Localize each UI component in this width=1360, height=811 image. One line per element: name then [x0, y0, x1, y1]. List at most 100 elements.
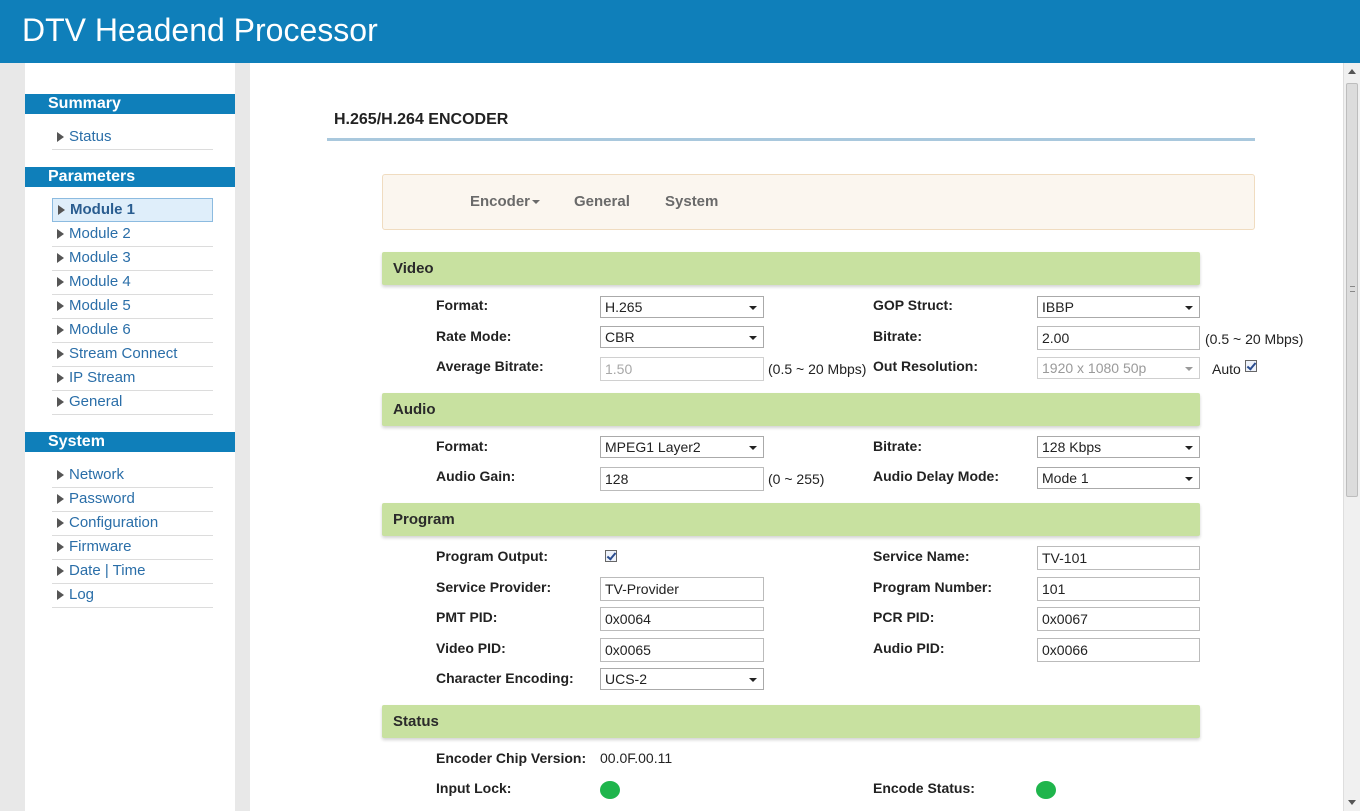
input-lock-label: Input Lock:	[436, 780, 512, 796]
app-header: DTV Headend Processor	[0, 0, 1360, 63]
triangle-right-icon	[57, 277, 64, 287]
service-name-input[interactable]: TV-101	[1037, 546, 1200, 570]
chevron-down-icon	[1185, 306, 1193, 310]
sidebar-item-network[interactable]: Network	[52, 464, 213, 488]
audio-bitrate-label: Bitrate:	[873, 438, 923, 454]
pcr-pid-input[interactable]: 0x0067	[1037, 607, 1200, 631]
video-bitrate-input[interactable]: 2.00	[1037, 326, 1200, 350]
scroll-up-icon[interactable]	[1348, 69, 1356, 74]
triangle-right-icon	[57, 566, 64, 576]
video-bitrate-label: Bitrate:	[873, 328, 923, 344]
chevron-down-icon	[749, 306, 757, 310]
video-format-label: Format:	[436, 297, 489, 313]
sidebar-item-module-4[interactable]: Module 4	[52, 271, 213, 295]
audio-gain-label: Audio Gain:	[436, 468, 516, 484]
select-value: IBBP	[1042, 299, 1074, 315]
sidebar-item-label: Module 6	[69, 321, 131, 338]
panel-header-audio: Audio	[382, 393, 1200, 426]
audio-bitrate-select[interactable]: 128 Kbps	[1037, 436, 1200, 458]
triangle-right-icon	[57, 132, 64, 142]
page-title: H.265/H.264 ENCODER	[334, 111, 509, 128]
rate-mode-select[interactable]: CBR	[600, 326, 764, 348]
avg-bitrate-input[interactable]: 1.50	[600, 357, 764, 381]
audio-gain-input[interactable]: 128	[600, 467, 764, 491]
program-output-checkbox[interactable]	[605, 550, 617, 562]
tab-system[interactable]: System	[665, 193, 718, 210]
sidebar-item-configuration[interactable]: Configuration	[52, 512, 213, 536]
grip-icon	[1350, 286, 1355, 292]
sidebar-item-firmware[interactable]: Firmware	[52, 536, 213, 560]
triangle-right-icon	[57, 325, 64, 335]
sidebar-item-stream-connect[interactable]: Stream Connect	[52, 343, 213, 367]
select-value: Mode 1	[1042, 470, 1089, 486]
out-resolution-select[interactable]: 1920 x 1080 50p	[1037, 357, 1200, 379]
sidebar-item-label: General	[69, 393, 123, 410]
pmt-pid-input[interactable]: 0x0064	[600, 607, 764, 631]
chevron-down-icon	[749, 336, 757, 340]
pmt-pid-label: PMT PID:	[436, 609, 498, 625]
caret-down-icon	[532, 200, 541, 205]
chevron-down-icon	[749, 446, 757, 450]
triangle-right-icon	[57, 590, 64, 600]
scrollbar-thumb[interactable]	[1346, 83, 1358, 497]
sidebar-item-module-3[interactable]: Module 3	[52, 247, 213, 271]
sidebar-item-date-time[interactable]: Date | Time	[52, 560, 213, 584]
gop-struct-select[interactable]: IBBP	[1037, 296, 1200, 318]
triangle-right-icon	[57, 470, 64, 480]
sidebar-item-password[interactable]: Password	[52, 488, 213, 512]
chevron-down-icon	[1185, 367, 1193, 371]
sidebar-item-status[interactable]: Status	[52, 126, 213, 150]
sidebar-item-label: Firmware	[69, 538, 132, 555]
panel-header-program: Program	[382, 503, 1200, 536]
select-value: CBR	[605, 329, 635, 345]
auto-label: Auto	[1212, 361, 1241, 377]
select-value: MPEG1 Layer2	[605, 439, 701, 455]
scroll-down-icon[interactable]	[1348, 800, 1356, 805]
sidebar-item-log[interactable]: Log	[52, 584, 213, 608]
program-number-input[interactable]: 101	[1037, 577, 1200, 601]
chevron-down-icon	[1185, 446, 1193, 450]
sidebar-header-summary: Summary	[25, 94, 235, 114]
panel-header-video: Video	[382, 252, 1200, 285]
triangle-right-icon	[57, 542, 64, 552]
rate-mode-label: Rate Mode:	[436, 328, 512, 344]
sidebar-item-module-5[interactable]: Module 5	[52, 295, 213, 319]
sidebar-item-label: Password	[69, 490, 135, 507]
sidebar-item-label: Date | Time	[69, 562, 146, 579]
select-value: UCS-2	[605, 671, 648, 687]
sidebar-item-label: Status	[69, 128, 112, 145]
video-pid-input[interactable]: 0x0065	[600, 638, 764, 662]
pcr-pid-label: PCR PID:	[873, 609, 935, 625]
panel-header-status: Status	[382, 705, 1200, 738]
tab-bar: Encoder General System	[382, 174, 1255, 230]
char-encoding-select[interactable]: UCS-2	[600, 668, 764, 690]
tab-label: Encoder	[470, 193, 531, 210]
audio-pid-input[interactable]: 0x0066	[1037, 638, 1200, 662]
tab-encoder[interactable]: Encoder	[470, 193, 541, 210]
sidebar-item-module-1[interactable]: Module 1	[52, 198, 213, 222]
triangle-right-icon	[57, 253, 64, 263]
encode-status-label: Encode Status:	[873, 780, 975, 796]
auto-resolution-checkbox[interactable]	[1245, 360, 1257, 372]
sidebar-item-general[interactable]: General	[52, 391, 213, 415]
char-encoding-label: Character Encoding:	[436, 670, 574, 686]
triangle-right-icon	[57, 518, 64, 528]
audio-format-select[interactable]: MPEG1 Layer2	[600, 436, 764, 458]
avg-bitrate-hint: (0.5 ~ 20 Mbps)	[768, 361, 867, 377]
sidebar-item-module-6[interactable]: Module 6	[52, 319, 213, 343]
vertical-scrollbar[interactable]	[1343, 63, 1360, 811]
tab-general[interactable]: General	[574, 193, 630, 210]
audio-pid-label: Audio PID:	[873, 640, 945, 656]
service-provider-input[interactable]: TV-Provider	[600, 577, 764, 601]
video-format-select[interactable]: H.265	[600, 296, 764, 318]
sidebar-item-ip-stream[interactable]: IP Stream	[52, 367, 213, 391]
sidebar-item-module-2[interactable]: Module 2	[52, 223, 213, 247]
select-value: 1920 x 1080 50p	[1042, 360, 1147, 376]
sidebar-item-label: Log	[69, 586, 95, 603]
sidebar-header-system: System	[25, 432, 235, 452]
audio-gain-hint: (0 ~ 255)	[768, 471, 825, 487]
gop-struct-label: GOP Struct:	[873, 297, 953, 313]
audio-delay-mode-select[interactable]: Mode 1	[1037, 467, 1200, 489]
input-lock-indicator	[600, 781, 620, 799]
triangle-right-icon	[57, 301, 64, 311]
